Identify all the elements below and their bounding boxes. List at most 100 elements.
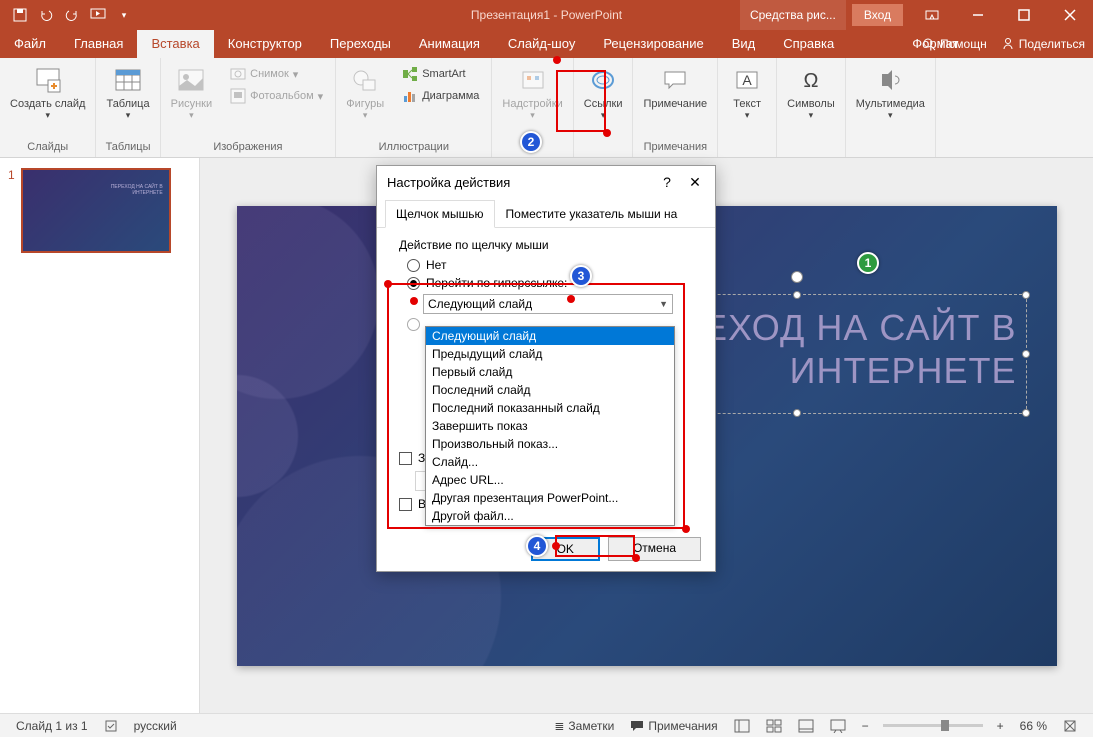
shapes-icon	[349, 64, 381, 96]
media-button[interactable]: Мультимедиа▾	[848, 62, 933, 123]
thumb-preview[interactable]: ПЕРЕХОД НА САЙТ В ИНТЕРНЕТЕ	[21, 168, 171, 253]
text-button[interactable]: A Текст▾	[720, 62, 774, 123]
thumbnail-pane[interactable]: 1 ПЕРЕХОД НА САЙТ В ИНТЕРНЕТЕ	[0, 158, 200, 713]
tab-insert[interactable]: Вставка	[137, 30, 213, 58]
ribbon-options-icon[interactable]	[909, 0, 955, 30]
zoom-slider[interactable]	[883, 724, 983, 727]
minimize-button[interactable]	[955, 0, 1001, 30]
tab-transitions[interactable]: Переходы	[316, 30, 405, 58]
view-reading-icon[interactable]	[790, 714, 822, 737]
dropdown-item[interactable]: Произвольный показ...	[426, 435, 674, 453]
addins-icon	[517, 64, 549, 96]
hyperlink-combo[interactable]: Следующий слайд▼	[423, 294, 673, 314]
photoalbum-button[interactable]: Фотоальбом ▾	[224, 86, 329, 106]
annotation-dot	[384, 280, 392, 288]
tab-mouse-over[interactable]: Поместите указатель мыши на	[495, 200, 689, 228]
status-bar: Слайд 1 из 1 русский ≣ Заметки Примечани…	[0, 713, 1093, 737]
dropdown-item[interactable]: Другая презентация PowerPoint...	[426, 489, 674, 507]
new-slide-button[interactable]: Создать слайд▾	[2, 62, 93, 123]
tab-animations[interactable]: Анимация	[405, 30, 494, 58]
addins-button[interactable]: Надстройки▾	[494, 62, 570, 123]
undo-icon[interactable]	[34, 3, 58, 27]
dropdown-item[interactable]: Предыдущий слайд	[426, 345, 674, 363]
screenshot-button[interactable]: Снимок ▾	[224, 64, 329, 84]
slide-counter[interactable]: Слайд 1 из 1	[8, 714, 96, 737]
maximize-button[interactable]	[1001, 0, 1047, 30]
notes-button[interactable]: ≣ Заметки	[546, 714, 622, 737]
resize-handle[interactable]	[1022, 409, 1030, 417]
close-icon[interactable]: ✕	[685, 174, 705, 191]
comment-icon	[659, 64, 691, 96]
dropdown-item[interactable]: Последний показанный слайд	[426, 399, 674, 417]
resize-handle[interactable]	[793, 291, 801, 299]
view-normal-icon[interactable]	[726, 714, 758, 737]
dropdown-item[interactable]: Завершить показ	[426, 417, 674, 435]
dropdown-item[interactable]: Следующий слайд	[426, 327, 674, 345]
links-button[interactable]: Ссылки▾	[576, 62, 631, 123]
cancel-button[interactable]: Отмена	[608, 537, 701, 561]
dropdown-item[interactable]: Слайд...	[426, 453, 674, 471]
smartart-button[interactable]: SmartArt	[396, 64, 485, 84]
group-comments: Примечания	[635, 139, 715, 155]
view-slideshow-icon[interactable]	[822, 714, 854, 737]
window-title: Презентация1 - PowerPoint	[471, 8, 622, 22]
zoom-in[interactable]: +	[989, 714, 1012, 737]
resize-handle[interactable]	[1022, 291, 1030, 299]
resize-handle[interactable]	[793, 409, 801, 417]
comment-button[interactable]: Примечание	[635, 62, 715, 112]
start-show-icon[interactable]	[86, 3, 110, 27]
fit-window-icon[interactable]	[1055, 714, 1085, 737]
view-sorter-icon[interactable]	[758, 714, 790, 737]
help-icon[interactable]: ?	[657, 174, 677, 191]
group-images: Изображения	[163, 139, 334, 155]
pictures-button[interactable]: Рисунки▾	[163, 62, 221, 123]
resize-handle[interactable]	[1022, 350, 1030, 358]
dropdown-item[interactable]: Адрес URL...	[426, 471, 674, 489]
quick-access-toolbar: ▾	[0, 3, 136, 27]
language-label[interactable]: русский	[126, 714, 185, 737]
login-button[interactable]: Вход	[852, 4, 903, 26]
dropdown-item[interactable]: Другой файл...	[426, 507, 674, 525]
share-button[interactable]: Поделиться	[1001, 37, 1085, 51]
tab-mouse-click[interactable]: Щелчок мышью	[385, 200, 495, 228]
new-slide-icon	[32, 64, 64, 96]
annotation-dot	[410, 297, 418, 305]
qat-more-icon[interactable]: ▾	[112, 3, 136, 27]
radio-none[interactable]: Нет	[407, 258, 701, 272]
shapes-button[interactable]: Фигуры▾	[338, 62, 392, 123]
annotation-dot	[567, 295, 575, 303]
comments-button[interactable]: Примечания	[622, 714, 725, 737]
rotate-handle[interactable]	[791, 271, 803, 283]
redo-icon[interactable]	[60, 3, 84, 27]
tab-review[interactable]: Рецензирование	[589, 30, 717, 58]
svg-text:A: A	[742, 72, 752, 88]
radio-icon	[407, 259, 420, 272]
tab-help[interactable]: Справка	[769, 30, 848, 58]
tab-file[interactable]: Файл	[0, 30, 60, 58]
zoom-value[interactable]: 66 %	[1012, 714, 1055, 737]
tell-me[interactable]: Помощн	[922, 37, 987, 51]
tab-home[interactable]: Главная	[60, 30, 137, 58]
chart-button[interactable]: Диаграмма	[396, 86, 485, 106]
tab-design[interactable]: Конструктор	[214, 30, 316, 58]
dropdown-item[interactable]: Последний слайд	[426, 381, 674, 399]
slide-thumbnail[interactable]: 1 ПЕРЕХОД НА САЙТ В ИНТЕРНЕТЕ	[8, 168, 191, 253]
annotation-dot	[553, 56, 561, 64]
radio-icon	[407, 318, 420, 331]
close-button[interactable]	[1047, 0, 1093, 30]
hyperlink-dropdown[interactable]: Следующий слайд Предыдущий слайд Первый …	[425, 326, 675, 526]
zoom-out[interactable]: −	[854, 714, 877, 737]
spellcheck-icon[interactable]	[96, 714, 126, 737]
svg-text:Ω: Ω	[803, 70, 818, 92]
tab-slideshow[interactable]: Слайд-шоу	[494, 30, 589, 58]
annotation-badge-3: 3	[570, 265, 592, 287]
tab-view[interactable]: Вид	[718, 30, 770, 58]
table-button[interactable]: Таблица▾	[98, 62, 157, 123]
ribbon: Создать слайд▾ Слайды Таблица▾ Таблицы Р…	[0, 58, 1093, 158]
context-tab-drawing[interactable]: Средства рис...	[740, 0, 846, 30]
save-icon[interactable]	[8, 3, 32, 27]
radio-hyperlink[interactable]: Перейти по гиперссылке:	[407, 276, 701, 290]
chevron-down-icon: ▼	[659, 299, 668, 309]
symbols-button[interactable]: Ω Символы▾	[779, 62, 843, 123]
dropdown-item[interactable]: Первый слайд	[426, 363, 674, 381]
